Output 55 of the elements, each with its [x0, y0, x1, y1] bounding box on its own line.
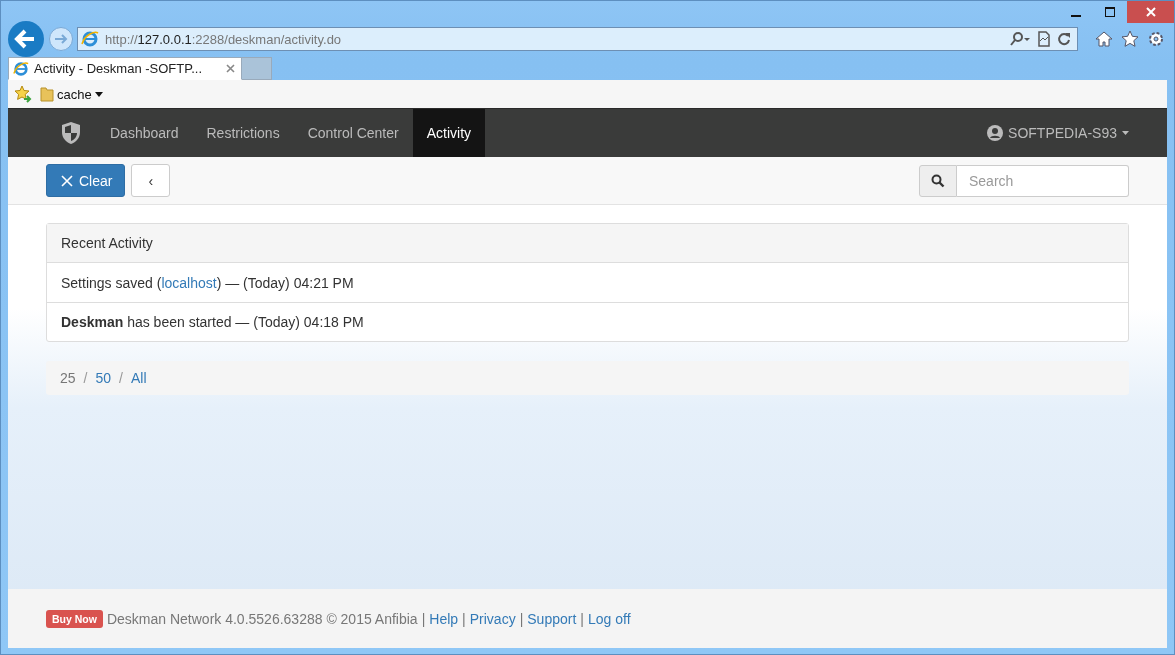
separator: | — [519, 610, 524, 627]
star-icon[interactable] — [1121, 30, 1139, 48]
buy-now-button[interactable]: Buy Now — [46, 609, 103, 628]
clear-button[interactable]: Clear — [46, 164, 126, 197]
nav-link[interactable]: Control Center — [293, 109, 413, 157]
separator: | — [421, 610, 426, 627]
page-size-link[interactable]: 50 — [95, 370, 112, 386]
maximize-icon — [1104, 6, 1116, 18]
nav-link[interactable]: Restrictions — [192, 109, 294, 157]
e-logo-icon — [81, 30, 99, 48]
footer-link[interactable]: Privacy — [469, 610, 516, 627]
version-text: Deskman Network 4.0.5526.63288 © 2015 Anfibia — [106, 610, 418, 627]
activity-entry: Settings saved (localhost) — (Today) 04:21 PM — [61, 274, 354, 291]
separator: | — [462, 610, 466, 627]
broken-page-icon[interactable] — [1037, 31, 1051, 47]
search-field[interactable]: Search — [957, 164, 1129, 197]
search-button[interactable] — [919, 164, 957, 197]
close-icon — [1144, 6, 1157, 18]
search-icon[interactable] — [1009, 32, 1031, 46]
panel-title: Recent Activity — [61, 235, 153, 251]
close-icon — [61, 174, 73, 187]
footer-link[interactable]: Help — [429, 610, 459, 627]
footer-link[interactable]: Support — [527, 610, 577, 627]
caret-icon — [1122, 131, 1129, 135]
settings-icon[interactable] — [1147, 30, 1165, 48]
caret-icon — [94, 91, 103, 97]
shield-logo-icon[interactable] — [60, 121, 82, 145]
e-logo-icon — [13, 60, 29, 77]
back-button[interactable]: ‹ — [131, 164, 171, 197]
url-text: http://127.0.0.1:2288/deskman/activity.do — [105, 31, 342, 47]
favorites-folder[interactable]: cache — [40, 86, 103, 102]
browser-tab[interactable]: Activity - Deskman -SOFTP... — [8, 57, 242, 80]
host-link[interactable]: localhost — [161, 274, 217, 291]
home-icon[interactable] — [1095, 30, 1113, 48]
address-bar[interactable]: http://127.0.0.1:2288/deskman/activity.do — [77, 27, 1078, 51]
back-button[interactable] — [7, 20, 45, 58]
favorites-star-icon[interactable] — [14, 85, 32, 103]
minimize-icon — [1071, 15, 1081, 17]
separator: | — [580, 610, 584, 627]
separator: / — [119, 370, 123, 386]
activity-entry: Deskman has been started — (Today) 04:18 PM — [61, 314, 364, 330]
close-tab-icon[interactable] — [226, 64, 235, 73]
refresh-icon[interactable] — [1057, 32, 1071, 46]
search-icon — [931, 173, 945, 188]
tab-title: Activity - Deskman -SOFTP... — [34, 61, 204, 76]
page-size-link[interactable]: 25 — [60, 370, 76, 386]
nav-link[interactable]: Activity — [412, 109, 486, 157]
nav-link[interactable]: Dashboard — [96, 109, 193, 157]
folder-icon — [40, 86, 54, 102]
user-icon — [987, 125, 1004, 141]
user-menu[interactable]: SOFTPEDIA-S93 — [987, 109, 1129, 157]
page-size-link[interactable]: All — [130, 370, 147, 386]
close-button[interactable] — [1127, 1, 1174, 23]
footer-link[interactable]: Log off — [587, 610, 631, 627]
separator: / — [83, 370, 88, 386]
